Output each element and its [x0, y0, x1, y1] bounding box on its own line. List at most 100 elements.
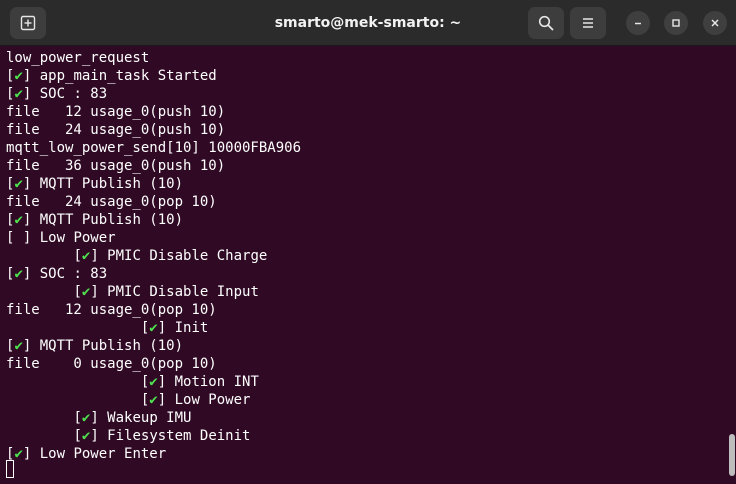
- line-text: SOC : 83: [39, 266, 108, 282]
- line-text: file 36 usage_0(push 10): [6, 158, 226, 174]
- check-mark-icon: ✔: [14, 176, 23, 192]
- hamburger-menu-icon: [583, 18, 593, 28]
- terminal-line: [✔] SOC : 83: [6, 265, 301, 283]
- menu-button[interactable]: [570, 7, 606, 39]
- terminal-line: file 12 usage_0(pop 10): [6, 301, 301, 319]
- terminal-window: smarto@mek-smarto: ~ low_power_request […: [0, 0, 736, 484]
- search-icon: [538, 15, 554, 31]
- status-bracket: ]: [22, 212, 40, 228]
- line-text: file 12 usage_0(pop 10): [6, 302, 217, 318]
- line-text: PMIC Disable Input: [107, 284, 259, 300]
- check-mark-icon: ✔: [14, 338, 23, 354]
- status-bracket: ]: [22, 230, 40, 246]
- line-text: Filesystem Deinit: [107, 428, 251, 444]
- check-mark-icon: ✔: [14, 266, 23, 282]
- terminal-line: [✔] Filesystem Deinit: [6, 427, 301, 445]
- check-mark-icon: ✔: [14, 68, 23, 84]
- terminal-line: [✔] MQTT Publish (10): [6, 337, 301, 355]
- status-bracket: [: [73, 410, 82, 426]
- status-bracket: ]: [22, 176, 40, 192]
- line-text: Low Power: [39, 230, 116, 246]
- line-text: SOC : 83: [39, 86, 108, 102]
- status-bracket: ]: [157, 392, 175, 408]
- terminal-line: [✔] MQTT Publish (10): [6, 211, 301, 229]
- terminal-line: [✔] Low Power: [6, 391, 301, 409]
- terminal-line: file 36 usage_0(push 10): [6, 157, 301, 175]
- line-text: mqtt_low_power_send[10] 10000FBA906: [6, 140, 302, 156]
- terminal-output-area[interactable]: low_power_request [✔] app_main_task Start…: [0, 46, 736, 484]
- new-tab-icon: [20, 15, 36, 31]
- check-mark-icon: ✔: [14, 86, 23, 102]
- terminal-line: mqtt_low_power_send[10] 10000FBA906: [6, 139, 301, 157]
- terminal-line: file 24 usage_0(pop 10): [6, 193, 301, 211]
- terminal-line: [✔] Wakeup IMU: [6, 409, 301, 427]
- status-bracket: ]: [90, 428, 108, 444]
- search-button[interactable]: [528, 7, 564, 39]
- terminal-line: [✔] Low Power Enter: [6, 445, 301, 463]
- status-bracket: ]: [22, 446, 40, 462]
- line-text: file 0 usage_0(pop 10): [6, 356, 217, 372]
- title-bar[interactable]: smarto@mek-smarto: ~: [0, 0, 736, 46]
- line-text: PMIC Disable Charge: [107, 248, 268, 264]
- close-icon: [711, 19, 719, 27]
- line-text: Wakeup IMU: [107, 410, 192, 426]
- line-text: Motion INT: [174, 374, 259, 390]
- status-bracket: [: [73, 284, 82, 300]
- status-bracket: [: [73, 248, 82, 264]
- terminal-line: file 0 usage_0(pop 10): [6, 355, 301, 373]
- check-mark-icon: ✔: [149, 374, 158, 390]
- terminal-line: [✔] Motion INT: [6, 373, 301, 391]
- status-bracket: ]: [22, 68, 40, 84]
- terminal-line: [✔] PMIC Disable Input: [6, 283, 301, 301]
- line-text: MQTT Publish (10): [39, 176, 184, 192]
- line-text: file 24 usage_0(push 10): [6, 122, 226, 138]
- status-bracket: ]: [22, 266, 40, 282]
- check-mark-icon: ✔: [14, 446, 23, 462]
- scrollbar[interactable]: [728, 46, 736, 484]
- line-text: Low Power Enter: [39, 446, 167, 462]
- terminal-line: [✔] MQTT Publish (10): [6, 175, 301, 193]
- scrollbar-thumb[interactable]: [729, 434, 735, 476]
- status-bracket: ]: [90, 410, 108, 426]
- line-text: MQTT Publish (10): [39, 212, 184, 228]
- terminal-line: [ ] Low Power: [6, 229, 301, 247]
- line-text: Init: [174, 320, 209, 336]
- empty-status: [14, 230, 22, 246]
- terminal-line: [✔] SOC : 83: [6, 85, 301, 103]
- minimize-icon: [635, 22, 641, 25]
- check-mark-icon: ✔: [14, 212, 23, 228]
- maximize-icon: [672, 19, 680, 27]
- line-text: file 12 usage_0(push 10): [6, 104, 226, 120]
- terminal-line: [✔] app_main_task Started: [6, 67, 301, 85]
- line-text: low_power_request: [6, 50, 150, 66]
- status-bracket: ]: [157, 320, 175, 336]
- terminal-line: [✔] PMIC Disable Charge: [6, 247, 301, 265]
- close-button[interactable]: [703, 11, 727, 35]
- minimize-button[interactable]: [626, 11, 650, 35]
- check-mark-icon: ✔: [149, 320, 158, 336]
- check-mark-icon: ✔: [149, 392, 158, 408]
- terminal-cursor: [6, 460, 14, 478]
- terminal-line: file 12 usage_0(push 10): [6, 103, 301, 121]
- status-bracket: ]: [157, 374, 175, 390]
- line-text: app_main_task Started: [39, 68, 217, 84]
- terminal-line: [✔] Init: [6, 319, 301, 337]
- line-text: file 24 usage_0(pop 10): [6, 194, 217, 210]
- maximize-button[interactable]: [664, 11, 688, 35]
- status-bracket: ]: [22, 338, 40, 354]
- terminal-text: low_power_request [✔] app_main_task Start…: [6, 49, 301, 463]
- terminal-line: low_power_request: [6, 49, 301, 67]
- status-bracket: ]: [90, 248, 108, 264]
- status-bracket: ]: [90, 284, 108, 300]
- new-tab-button[interactable]: [10, 7, 46, 39]
- terminal-line: file 24 usage_0(push 10): [6, 121, 301, 139]
- line-text: MQTT Publish (10): [39, 338, 184, 354]
- status-bracket: [: [73, 428, 82, 444]
